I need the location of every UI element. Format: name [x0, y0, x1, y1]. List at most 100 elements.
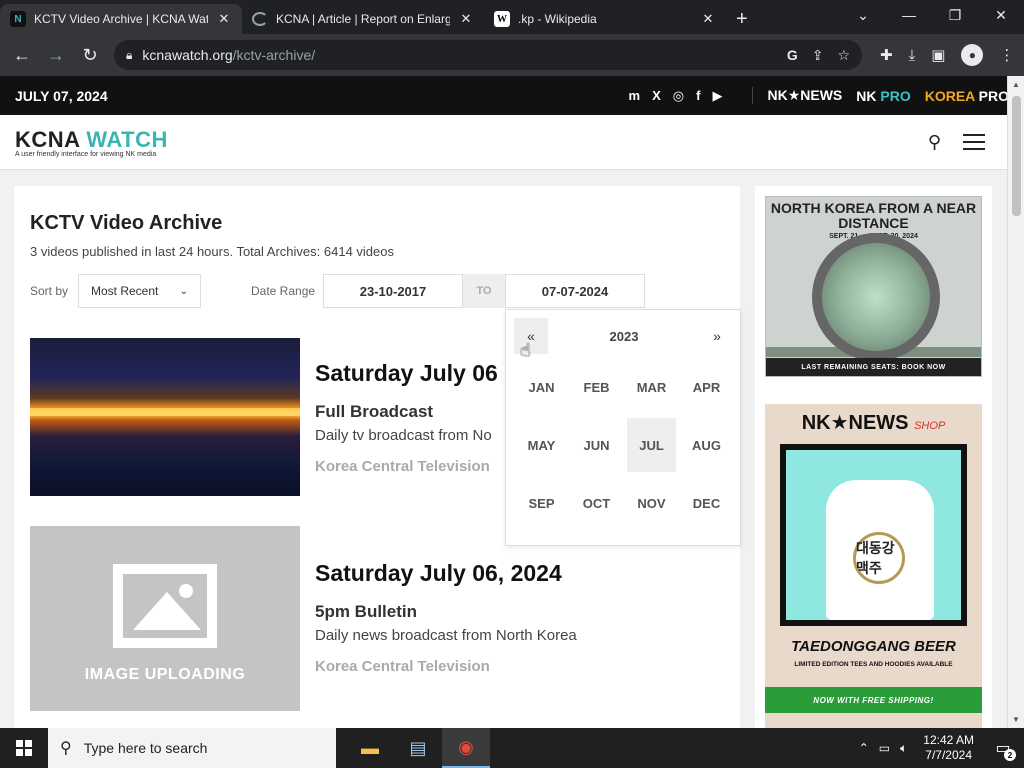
bookmark-star-icon[interactable]: ☆ — [837, 47, 850, 64]
ad2-shipping: NOW WITH FREE SHIPPING! — [765, 687, 982, 713]
extensions-icon[interactable]: ✚ — [880, 46, 893, 64]
show-hidden-icons-chevron-icon[interactable]: ⌃ — [859, 741, 869, 755]
month-picker-dropdown: « 2023 » JAN FEB MAR APR MAY JUN JUL AUG… — [505, 309, 741, 546]
ad2-product: TAEDONGGANG BEER — [791, 638, 956, 655]
share-icon[interactable]: ⇪ — [812, 47, 824, 64]
nkpro-b: PRO — [880, 87, 911, 104]
hand-cursor-icon: ☝ — [520, 340, 531, 360]
month-jul[interactable]: JUL — [627, 418, 676, 472]
file-explorer-icon[interactable]: ▬ — [346, 728, 394, 768]
video-item[interactable]: IMAGE UPLOADING Saturday July 06, 2024 5… — [30, 526, 720, 716]
page-scrollbar[interactable]: ▲ ▼ — [1007, 76, 1024, 728]
tab-kctv-archive[interactable]: N KCTV Video Archive | KCNA Watc ✕ — [0, 4, 242, 34]
next-year-button[interactable]: » — [700, 318, 734, 354]
facebook-icon[interactable]: f — [696, 88, 700, 103]
picker-year[interactable]: 2023 — [554, 318, 694, 354]
ad1-title: NORTH KOREA FROM A NEAR DISTANCE — [770, 200, 977, 231]
image-placeholder[interactable]: IMAGE UPLOADING — [30, 526, 300, 711]
windows-logo-icon — [16, 740, 32, 756]
youtube-icon[interactable]: ▶ — [712, 88, 722, 104]
month-feb[interactable]: FEB — [569, 360, 624, 414]
scroll-up-icon[interactable]: ▲ — [1008, 80, 1024, 89]
lock-icon[interactable]: 🔒︎ — [126, 48, 132, 63]
image-uploading-label: IMAGE UPLOADING — [84, 665, 246, 683]
taskbar-search-box[interactable]: ⚲ Type here to search — [48, 728, 336, 768]
back-icon[interactable]: ← — [8, 41, 36, 69]
tab-title: KCTV Video Archive | KCNA Watc — [34, 12, 208, 26]
ad2-header: NK★NEWS SHOP — [765, 410, 982, 435]
window-controls: ⌄ — ❐ ✕ — [840, 0, 1024, 30]
instagram-icon[interactable]: ◎ — [673, 88, 684, 104]
brand-links: NK★NEWS NK PRO KOREA PRO — [752, 87, 1009, 104]
start-button[interactable] — [0, 728, 48, 768]
side-panel-icon[interactable]: ▣ — [931, 46, 945, 64]
network-icon[interactable]: ▭ — [879, 741, 890, 755]
month-nov[interactable]: NOV — [624, 476, 679, 530]
binoculars-image — [812, 233, 940, 361]
month-mar[interactable]: MAR — [624, 360, 679, 414]
logo-kcna: KCNA — [15, 126, 80, 152]
month-jan[interactable]: JAN — [514, 360, 569, 414]
korea-pro-link[interactable]: KOREA PRO — [925, 88, 1009, 104]
archive-summary: 3 videos published in last 24 hours. Tot… — [30, 244, 394, 259]
reload-icon[interactable]: ↻ — [76, 41, 104, 69]
nkpro-link[interactable]: NK PRO — [856, 88, 910, 104]
profile-avatar-icon[interactable]: ● — [961, 44, 984, 66]
month-sep[interactable]: SEP — [514, 476, 569, 530]
video-thumbnail[interactable] — [30, 338, 300, 496]
forward-icon[interactable]: → — [42, 41, 70, 69]
month-aug[interactable]: AUG — [679, 418, 734, 472]
kcna-watch-logo[interactable]: KCNA WATCH A user friendly interface for… — [15, 127, 168, 158]
tab-kcna-article[interactable]: KCNA | Article | Report on Enlarg ✕ — [242, 4, 484, 34]
month-jun[interactable]: JUN — [569, 418, 624, 472]
scroll-down-icon[interactable]: ▼ — [1008, 715, 1024, 724]
month-apr[interactable]: APR — [679, 360, 734, 414]
chrome-icon[interactable]: ◉ — [442, 728, 490, 768]
close-tab-icon[interactable]: ✕ — [458, 11, 474, 27]
url-host: kcnawatch.org — [142, 47, 233, 63]
volume-icon[interactable]: 🔈︎ — [900, 741, 907, 756]
close-window-icon[interactable]: ✕ — [978, 0, 1024, 30]
hoodie-image: 대동강맥주 — [780, 444, 967, 626]
taskbar-clock[interactable]: 12:42 AM 7/7/2024 — [923, 733, 974, 763]
google-lens-icon[interactable]: G — [787, 47, 798, 64]
new-tab-button[interactable]: + — [726, 4, 758, 34]
x-twitter-icon[interactable]: X — [652, 88, 661, 103]
date-from-input[interactable]: 23-10-2017 — [323, 274, 463, 308]
ad2-shop: SHOP — [914, 420, 946, 432]
mastodon-icon[interactable]: m — [629, 88, 641, 103]
loading-spinner-icon — [252, 12, 268, 26]
nkpro-a: NK — [856, 87, 877, 104]
tab-wikipedia[interactable]: W .kp - Wikipedia ✕ — [484, 4, 726, 34]
tour-ad-banner[interactable]: NORTH KOREA FROM A NEAR DISTANCE SEPT. 2… — [765, 196, 982, 377]
menu-kebab-icon[interactable]: ⋮ — [999, 46, 1014, 64]
hamburger-menu-icon[interactable] — [963, 134, 985, 150]
sort-select[interactable]: Most Recent ⌄ — [78, 274, 201, 308]
sort-label: Sort by — [30, 284, 69, 298]
minimize-icon[interactable]: — — [886, 0, 932, 30]
date-to-separator: TO — [463, 274, 505, 308]
video-type[interactable]: 5pm Bulletin — [315, 602, 417, 622]
date-to-input[interactable]: 07-07-2024 — [505, 274, 645, 308]
nknews-link[interactable]: NK★NEWS — [767, 87, 842, 104]
download-icon[interactable]: ⤓ — [909, 47, 916, 64]
video-date[interactable]: Saturday July 06 — [315, 360, 498, 387]
month-dec[interactable]: DEC — [679, 476, 734, 530]
url-bar[interactable]: 🔒︎ kcnawatch.org/kctv-archive/ G ⇪ ☆ — [114, 40, 862, 70]
month-may[interactable]: MAY — [514, 418, 569, 472]
remote-desktop-icon[interactable]: ▤ — [394, 728, 442, 768]
month-grid: JAN FEB MAR APR MAY JUN JUL AUG SEP OCT … — [514, 360, 734, 530]
logo-watch: WATCH — [86, 126, 168, 152]
close-tab-icon[interactable]: ✕ — [216, 11, 232, 27]
restore-icon[interactable]: ❐ — [932, 0, 978, 30]
close-tab-icon[interactable]: ✕ — [700, 11, 716, 27]
notification-center-icon[interactable]: ▭ 2 — [990, 735, 1016, 761]
video-date[interactable]: Saturday July 06, 2024 — [315, 560, 562, 587]
shop-ad-banner[interactable]: NK★NEWS SHOP 대동강맥주 TAEDONGGANG BEER LIMI… — [765, 404, 982, 728]
video-type[interactable]: Full Broadcast — [315, 402, 433, 422]
scroll-thumb[interactable] — [1012, 96, 1021, 216]
tab-search-icon[interactable]: ⌄ — [840, 0, 886, 30]
current-date: JULY 07, 2024 — [15, 87, 108, 104]
search-icon[interactable]: ⚲ — [928, 132, 941, 153]
month-oct[interactable]: OCT — [569, 476, 624, 530]
